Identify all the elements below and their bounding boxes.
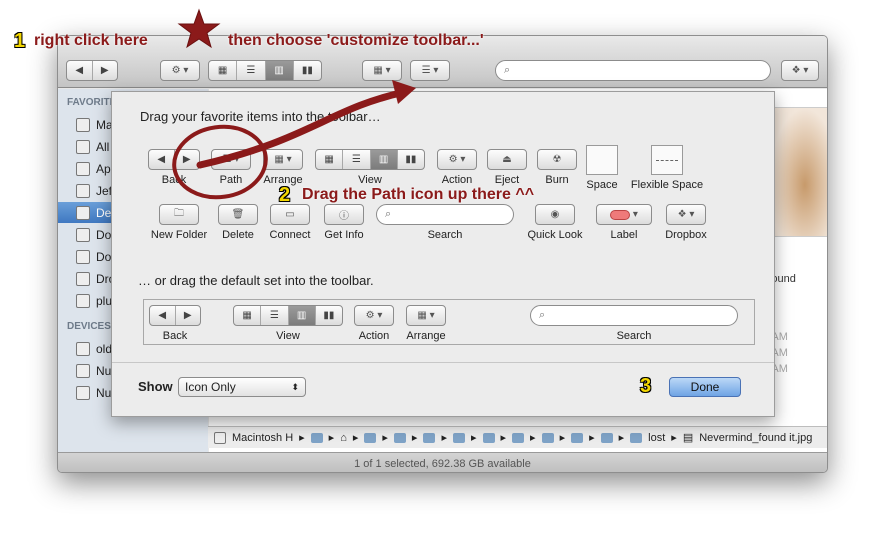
step1-number: 1 bbox=[14, 30, 26, 52]
step2-text: Drag the Path icon up there ^^ bbox=[302, 186, 535, 203]
annotation-overlay bbox=[172, 8, 416, 200]
star-icon bbox=[177, 8, 221, 49]
step1-then-text: then choose 'customize toolbar...' bbox=[228, 32, 484, 49]
step1-text: right click here bbox=[34, 32, 148, 49]
step3-number: 3 bbox=[640, 375, 652, 397]
arrowhead-icon bbox=[392, 80, 416, 104]
step2-number: 2 bbox=[279, 184, 291, 206]
